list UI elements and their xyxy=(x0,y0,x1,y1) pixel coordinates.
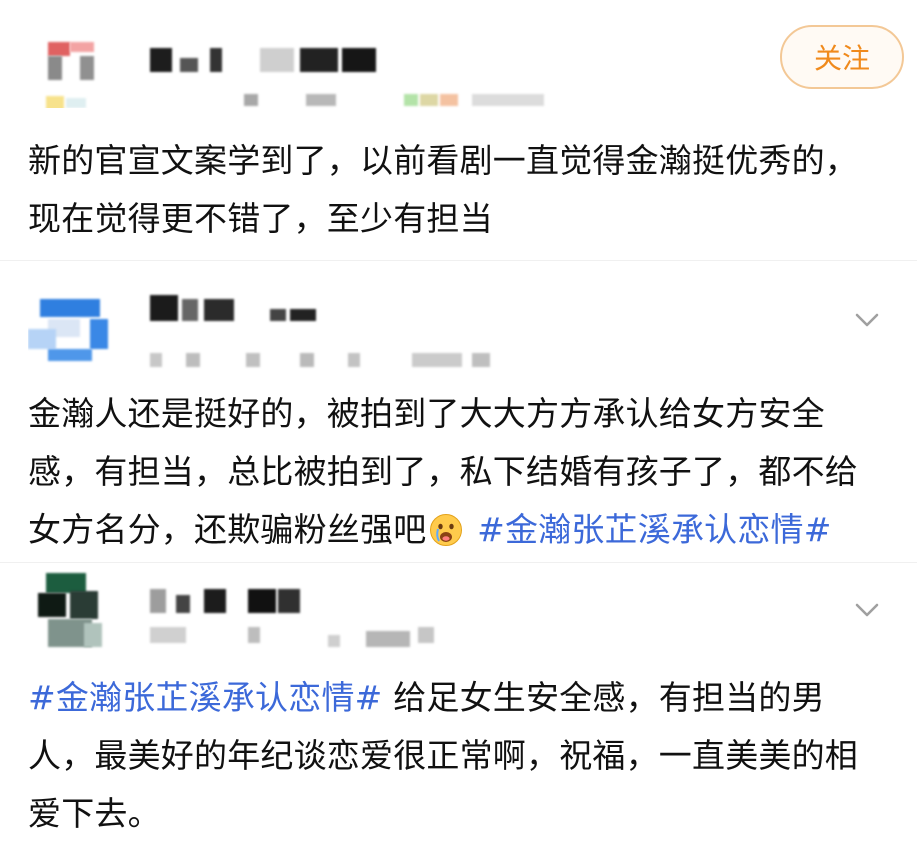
comment-post-2: 金瀚人还是挺好的，被拍到了大大方方承认给女方安全感，有担当，总比被拍到了，私下结… xyxy=(0,261,917,561)
comment-text: 新的官宣文案学到了，以前看剧一直觉得金瀚挺优秀的，现在觉得更不错了，至少有担当 xyxy=(28,132,888,248)
follow-button[interactable]: 关注 xyxy=(780,25,904,89)
avatar[interactable] xyxy=(28,291,118,371)
hashtag-link[interactable]: #金瀚张芷溪承认恋情# xyxy=(28,678,383,717)
avatar[interactable] xyxy=(28,28,118,108)
username-blurred[interactable] xyxy=(150,589,340,617)
username-blurred[interactable] xyxy=(150,295,340,323)
chevron-down-icon[interactable] xyxy=(853,305,881,333)
crying-face-emoji-icon xyxy=(429,507,463,546)
comment-text: 金瀚人还是挺好的，被拍到了大大方方承认给女方安全感，有担当，总比被拍到了，私下结… xyxy=(28,385,888,559)
post-meta-blurred xyxy=(150,353,500,381)
post-meta-blurred xyxy=(244,94,564,122)
post-meta-blurred xyxy=(150,627,450,655)
hashtag-link[interactable]: #金瀚张芷溪承认恋情# xyxy=(477,510,832,549)
comment-body: 新的官宣文案学到了，以前看剧一直觉得金瀚挺优秀的，现在觉得更不错了，至少有担当 xyxy=(28,141,858,238)
comment-post-1: 关注 新的官宣文案学到了，以前看剧一直觉得金瀚挺优秀的，现在觉得更不错了，至少有… xyxy=(0,0,917,260)
avatar[interactable] xyxy=(28,571,118,651)
comment-text: #金瀚张芷溪承认恋情# 给足女生安全感，有担当的男人，最美好的年纪谈恋爱很正常啊… xyxy=(28,669,888,843)
username-blurred[interactable] xyxy=(150,48,390,76)
chevron-down-icon[interactable] xyxy=(853,595,881,623)
comment-post-3: #金瀚张芷溪承认恋情# 给足女生安全感，有担当的男人，最美好的年纪谈恋爱很正常啊… xyxy=(0,563,917,839)
